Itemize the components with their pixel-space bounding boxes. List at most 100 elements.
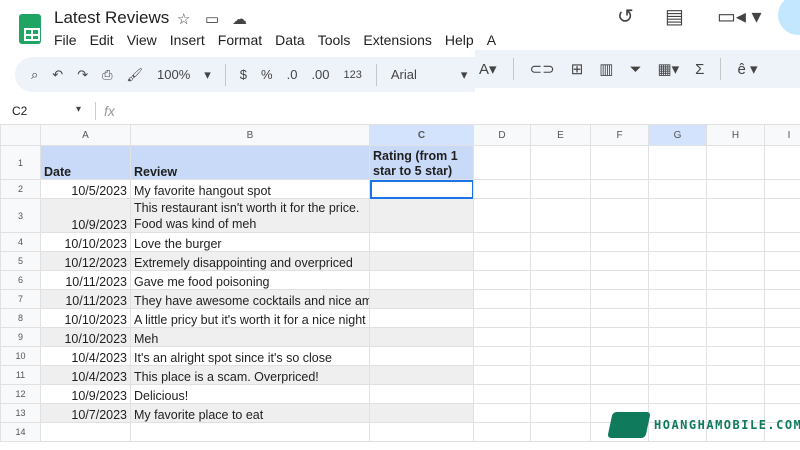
cell-date[interactable]: 10/7/2023: [40, 403, 131, 423]
cell-rating-header[interactable]: Rating (from 1 star to 5 star): [369, 145, 474, 180]
cell-rating[interactable]: [369, 346, 474, 366]
column-header-g[interactable]: G: [648, 124, 707, 146]
cell[interactable]: [473, 308, 531, 328]
column-header-e[interactable]: E: [530, 124, 591, 146]
cell-date[interactable]: 10/5/2023: [40, 179, 131, 199]
cell[interactable]: [764, 346, 800, 366]
cell-review[interactable]: A little pricy but it's worth it for a n…: [130, 308, 370, 328]
column-header-d[interactable]: D: [473, 124, 531, 146]
cell[interactable]: [590, 384, 649, 404]
cell[interactable]: [648, 251, 707, 271]
cell[interactable]: [590, 198, 649, 233]
column-header-b[interactable]: B: [130, 124, 370, 146]
cell-date[interactable]: 10/9/2023: [40, 384, 131, 404]
cell[interactable]: [706, 308, 765, 328]
row-header[interactable]: 4: [0, 232, 41, 252]
cell-review[interactable]: [130, 422, 370, 442]
cell[interactable]: [706, 198, 765, 233]
star-icon[interactable]: ☆: [177, 10, 190, 28]
cell[interactable]: [473, 346, 531, 366]
row-header[interactable]: 9: [0, 327, 41, 347]
share-button[interactable]: [778, 0, 800, 35]
cell-review[interactable]: My favorite hangout spot: [130, 179, 370, 199]
cell-date[interactable]: 10/10/2023: [40, 308, 131, 328]
chart-icon[interactable]: ▥: [599, 60, 613, 78]
cell[interactable]: [764, 145, 800, 180]
font-select[interactable]: Arial: [391, 67, 447, 82]
cell-date[interactable]: 10/11/2023: [40, 289, 131, 309]
row-header[interactable]: 3: [0, 198, 41, 233]
cell-rating[interactable]: [369, 327, 474, 347]
cell[interactable]: [706, 270, 765, 290]
increase-decimal-button[interactable]: .00: [311, 67, 329, 82]
row-header[interactable]: 10: [0, 346, 41, 366]
cell[interactable]: [530, 145, 591, 180]
name-box[interactable]: C2: [12, 104, 27, 118]
cell[interactable]: [590, 289, 649, 309]
chevron-down-icon[interactable]: ▾: [76, 104, 81, 115]
cell[interactable]: [706, 179, 765, 199]
cell[interactable]: [764, 251, 800, 271]
menu-tools[interactable]: Tools: [318, 32, 351, 48]
cell[interactable]: [530, 422, 591, 442]
cell[interactable]: [530, 232, 591, 252]
cell-review[interactable]: Love the burger: [130, 232, 370, 252]
cell[interactable]: [473, 403, 531, 423]
cell[interactable]: [473, 179, 531, 199]
cell-review[interactable]: Gave me food poisoning: [130, 270, 370, 290]
row-header[interactable]: 14: [0, 422, 41, 442]
cell[interactable]: [706, 327, 765, 347]
cell-review[interactable]: It's an alright spot since it's so close: [130, 346, 370, 366]
cell-review[interactable]: This place is a scam. Overpriced!: [130, 365, 370, 385]
cell[interactable]: [473, 198, 531, 233]
row-header[interactable]: 6: [0, 270, 41, 290]
cell-rating[interactable]: [369, 270, 474, 290]
cell[interactable]: [648, 232, 707, 252]
cell[interactable]: [590, 232, 649, 252]
cell-date[interactable]: 10/10/2023: [40, 327, 131, 347]
decrease-decimal-button[interactable]: .0: [287, 67, 298, 82]
cell[interactable]: [530, 403, 591, 423]
cell[interactable]: [473, 289, 531, 309]
insert-comment-icon[interactable]: ⊞: [571, 60, 584, 78]
cell[interactable]: [706, 289, 765, 309]
cell[interactable]: [706, 251, 765, 271]
cell-rating[interactable]: [369, 308, 474, 328]
cell[interactable]: [648, 384, 707, 404]
cell-date[interactable]: 10/11/2023: [40, 270, 131, 290]
undo-icon[interactable]: ↶: [52, 67, 63, 83]
row-header[interactable]: 7: [0, 289, 41, 309]
cell[interactable]: [764, 270, 800, 290]
cell-rating[interactable]: [369, 289, 474, 309]
cell[interactable]: [530, 346, 591, 366]
menu-extensions[interactable]: Extensions: [363, 32, 431, 48]
row-header[interactable]: 2: [0, 179, 41, 199]
cell[interactable]: [473, 384, 531, 404]
cell-review-header[interactable]: Review: [130, 145, 370, 180]
cell[interactable]: [590, 346, 649, 366]
cell[interactable]: [530, 198, 591, 233]
cell[interactable]: [764, 327, 800, 347]
cell[interactable]: [473, 327, 531, 347]
cell-review[interactable]: This restaurant isn't worth it for the p…: [130, 198, 370, 233]
cell-review[interactable]: Extremely disappointing and overpriced: [130, 251, 370, 271]
cell-date[interactable]: 10/9/2023: [40, 198, 131, 233]
row-header[interactable]: 5: [0, 251, 41, 271]
cell[interactable]: [648, 346, 707, 366]
menu-help[interactable]: Help: [445, 32, 474, 48]
menu-data[interactable]: Data: [275, 32, 305, 48]
menu-file[interactable]: File: [54, 32, 77, 48]
row-header[interactable]: 13: [0, 403, 41, 423]
print-icon[interactable]: ⎙: [102, 67, 112, 83]
text-color-icon[interactable]: A▾: [479, 60, 497, 78]
cell-date[interactable]: 10/4/2023: [40, 346, 131, 366]
cell[interactable]: [648, 145, 707, 180]
cell[interactable]: [473, 422, 531, 442]
cell-review[interactable]: My favorite place to eat: [130, 403, 370, 423]
cell[interactable]: [648, 198, 707, 233]
cell[interactable]: [706, 365, 765, 385]
cell-rating[interactable]: [369, 403, 474, 423]
cloud-icon[interactable]: ☁: [232, 10, 247, 28]
cell[interactable]: [530, 179, 591, 199]
meet-icon[interactable]: ▭◂ ▾: [717, 4, 762, 29]
